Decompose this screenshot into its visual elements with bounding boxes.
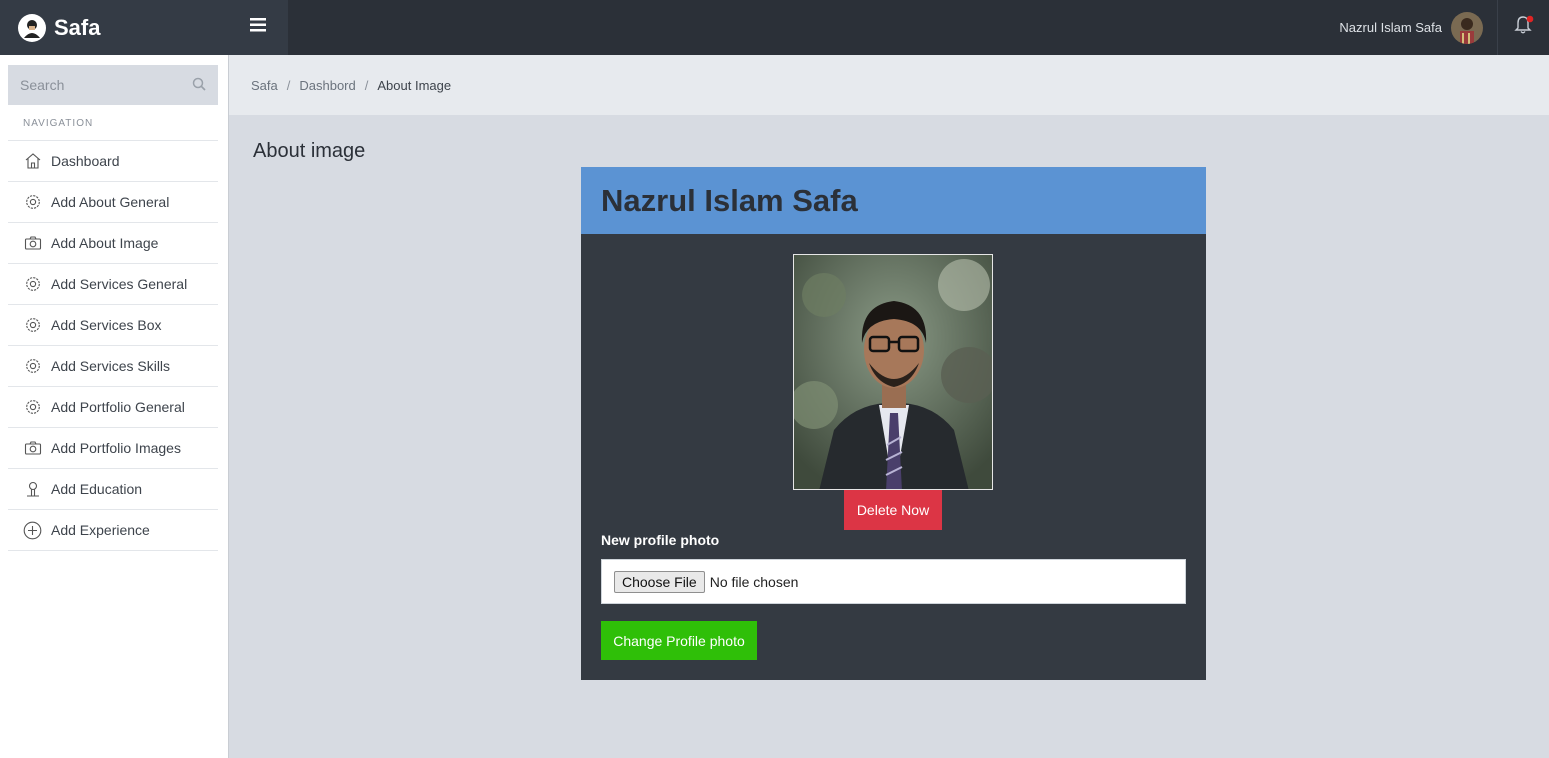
sidebar-item-add-about-general[interactable]: Add About General [8, 182, 218, 223]
sidebar: NAVIGATION Dashboard Add About General A… [0, 55, 229, 758]
gear-icon [23, 398, 42, 417]
sidebar-item-add-education[interactable]: Add Education [8, 469, 218, 510]
sidebar-item-label: Add Services Skills [51, 358, 171, 374]
choose-file-button[interactable]: Choose File [614, 570, 705, 593]
sidebar-nav: Dashboard Add About General Add About Im… [8, 140, 218, 551]
card-header: Nazrul Islam Safa [581, 167, 1206, 234]
avatar [1451, 11, 1483, 44]
brand[interactable]: Safa [0, 0, 228, 55]
file-input-field: Choose File No file chosen [601, 559, 1186, 604]
sidebar-item-add-services-box[interactable]: Add Services Box [8, 305, 218, 346]
sidebar-item-label: Dashboard [51, 153, 120, 169]
nav-heading: NAVIGATION [23, 118, 94, 129]
search-icon[interactable] [192, 77, 206, 96]
breadcrumb-current: About Image [377, 77, 452, 93]
sidebar-search [8, 65, 218, 105]
new-photo-label: New profile photo [601, 532, 720, 548]
sidebar-item-add-services-skills[interactable]: Add Services Skills [8, 346, 218, 387]
sidebar-item-label: Add Education [51, 481, 143, 497]
card-title: Nazrul Islam Safa [601, 182, 858, 218]
plus-circle-icon [23, 521, 42, 540]
hamburger-icon [250, 18, 266, 37]
camera-icon [23, 234, 42, 253]
sidebar-item-label: Add About General [51, 194, 170, 210]
gear-icon [23, 357, 42, 376]
breadcrumb-link-safa[interactable]: Safa [251, 78, 278, 93]
gear-icon [23, 275, 42, 294]
notifications-button[interactable] [1497, 0, 1549, 55]
home-icon [23, 152, 42, 171]
sidebar-item-label: Add Services General [51, 276, 188, 292]
gear-icon [23, 316, 42, 335]
user-portrait-icon [18, 13, 46, 42]
user-menu[interactable]: Nazrul Islam Safa [1339, 0, 1483, 55]
sidebar-item-label: Add Portfolio General [51, 399, 185, 415]
profile-photo [793, 254, 993, 490]
page-title: About image [253, 140, 366, 162]
sidebar-item-label: Add Portfolio Images [51, 440, 181, 456]
breadcrumb-link-dashboard[interactable]: Dashbord [299, 78, 355, 93]
change-profile-photo-button[interactable]: Change Profile photo [601, 621, 757, 660]
profile-card: Nazrul Islam Safa Delete Now New profile… [581, 167, 1206, 680]
delete-photo-button[interactable]: Delete Now [844, 490, 942, 530]
file-status: No file chosen [709, 573, 799, 590]
sidebar-item-add-services-general[interactable]: Add Services General [8, 264, 218, 305]
breadcrumb-separator: / [286, 77, 291, 93]
gear-icon [23, 193, 42, 212]
bell-icon [1513, 14, 1535, 41]
menu-toggle-button[interactable] [228, 0, 288, 55]
camera-icon [23, 439, 42, 458]
sidebar-item-dashboard[interactable]: Dashboard [8, 141, 218, 182]
sidebar-item-add-experience[interactable]: Add Experience [8, 510, 218, 551]
sidebar-item-add-portfolio-images[interactable]: Add Portfolio Images [8, 428, 218, 469]
search-input[interactable] [20, 77, 180, 93]
sidebar-item-label: Add About Image [51, 235, 159, 251]
breadcrumb: Safa / Dashbord / About Image [229, 55, 1549, 115]
brand-name: Safa [54, 14, 101, 40]
person-icon [23, 480, 42, 499]
breadcrumb-separator: / [364, 77, 369, 93]
sidebar-item-label: Add Services Box [51, 317, 162, 333]
sidebar-item-add-portfolio-general[interactable]: Add Portfolio General [8, 387, 218, 428]
top-bar: Safa Nazrul Islam Safa [0, 0, 1549, 55]
user-name: Nazrul Islam Safa [1339, 20, 1442, 35]
sidebar-item-label: Add Experience [51, 522, 150, 538]
sidebar-item-add-about-image[interactable]: Add About Image [8, 223, 218, 264]
